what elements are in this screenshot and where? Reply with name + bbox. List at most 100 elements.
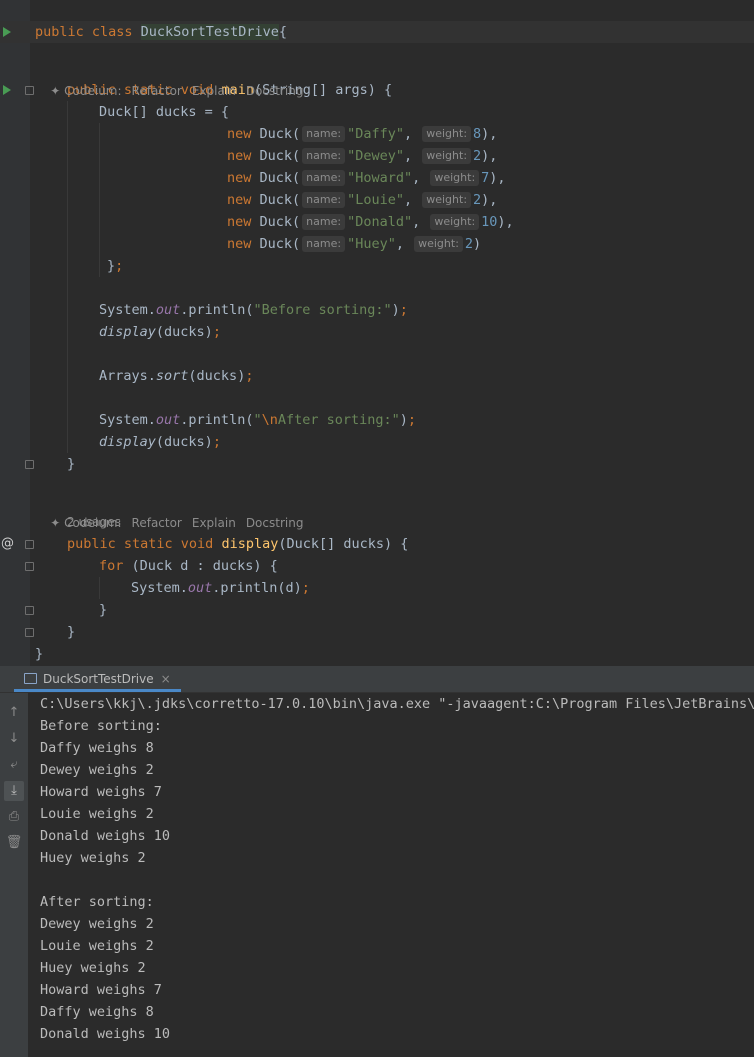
- code-line[interactable]: }: [0, 453, 754, 475]
- code-token: (ducks): [155, 324, 213, 340]
- code-token: ;: [115, 258, 124, 274]
- code-line[interactable]: }: [0, 621, 754, 643]
- code-text: }: [67, 453, 75, 475]
- code-line[interactable]: };: [0, 255, 754, 277]
- code-token: out: [155, 302, 181, 318]
- codeium-lens-main[interactable]: ✦ Codeium: Refactor Explain Docstring: [35, 61, 303, 98]
- console-output[interactable]: C:\Users\kkj\.jdks\corretto-17.0.10\bin\…: [40, 693, 754, 1057]
- fold-icon[interactable]: [25, 562, 34, 571]
- code-line[interactable]: new Duck(name: "Daffy", weight: 8),: [0, 123, 754, 145]
- codeium-docstring-link[interactable]: Docstring: [246, 516, 304, 530]
- code-token: ": [253, 412, 262, 428]
- code-token: After sorting:": [277, 412, 400, 428]
- code-line[interactable]: Arrays.sort(ducks);: [0, 365, 754, 387]
- scroll-down-icon[interactable]: ↓: [4, 729, 24, 749]
- code-token: DuckSortTestDrive: [140, 24, 279, 40]
- codeium-explain-link[interactable]: Explain: [192, 516, 236, 530]
- code-text: new Duck(name: "Howard", weight: 7),: [227, 167, 506, 189]
- fold-icon[interactable]: [25, 86, 34, 95]
- console-line: After sorting:: [40, 894, 154, 910]
- codeium-explain-link[interactable]: Explain: [192, 84, 236, 98]
- code-token: (ducks): [155, 434, 213, 450]
- code-line[interactable]: System.out.println("Before sorting:");: [0, 299, 754, 321]
- fold-icon[interactable]: [25, 606, 34, 615]
- code-text: for (Duck d : ducks) {: [99, 555, 278, 577]
- code-text: Duck[] ducks = {: [99, 101, 229, 123]
- run-icon[interactable]: [3, 27, 11, 37]
- code-token: ;: [399, 302, 408, 318]
- console-line: Louie weighs 2: [40, 806, 154, 822]
- code-text: public class DuckSortTestDrive{: [35, 21, 287, 43]
- print-icon[interactable]: ⎙: [4, 807, 24, 827]
- code-token: display: [221, 536, 279, 552]
- code-line[interactable]: System.out.println(d);: [0, 577, 754, 599]
- code-token: ;: [407, 412, 417, 428]
- code-text: System.out.println(d);: [131, 577, 310, 599]
- code-line[interactable]: new Duck(name: "Louie", weight: 2),: [0, 189, 754, 211]
- code-token: .println(d): [212, 580, 302, 596]
- run-icon[interactable]: [3, 85, 11, 95]
- codeium-refactor-link[interactable]: Refactor: [132, 84, 182, 98]
- console-line: Donald weighs 10: [40, 1026, 171, 1042]
- code-token: ,: [412, 214, 429, 230]
- soft-wrap-icon[interactable]: ⤶: [4, 755, 24, 775]
- code-text: new Duck(name: "Donald", weight: 10),: [227, 211, 514, 233]
- close-icon[interactable]: ×: [161, 672, 171, 686]
- code-token: public static void: [67, 536, 222, 552]
- code-token: Duck[] ducks = {: [99, 104, 230, 120]
- code-token: public class: [35, 24, 141, 40]
- code-token: ): [391, 302, 400, 318]
- console-line: Louie weighs 2: [40, 938, 154, 954]
- parameter-hint: weight:: [422, 126, 472, 142]
- code-line[interactable]: new Duck(name: "Dewey", weight: 2),: [0, 145, 754, 167]
- implements-icon[interactable]: @: [1, 536, 14, 552]
- code-token: }: [107, 258, 116, 274]
- code-token: display: [99, 434, 156, 450]
- code-line[interactable]: display(ducks);: [0, 431, 754, 453]
- code-line[interactable]: for (Duck d : ducks) {: [0, 555, 754, 577]
- console-line: C:\Users\kkj\.jdks\corretto-17.0.10\bin\…: [40, 696, 754, 712]
- code-token: ): [473, 236, 482, 252]
- code-line[interactable]: public class DuckSortTestDrive{: [0, 21, 754, 43]
- code-token: (Duck d : ducks) {: [131, 558, 278, 574]
- console-line: Donald weighs 10: [40, 828, 171, 844]
- code-token: new: [227, 214, 260, 230]
- code-editor[interactable]: public class DuckSortTestDrive{ public st…: [0, 0, 754, 666]
- code-line[interactable]: new Duck(name: "Howard", weight: 7),: [0, 167, 754, 189]
- code-line[interactable]: }: [0, 643, 754, 665]
- code-line[interactable]: }: [0, 599, 754, 621]
- code-token: "Donald": [347, 214, 413, 230]
- tab-ducksorttestdrive[interactable]: DuckSortTestDrive ×: [14, 666, 181, 692]
- scroll-up-icon[interactable]: ↑: [4, 703, 24, 723]
- parameter-hint: name:: [302, 192, 346, 208]
- code-token: ,: [403, 192, 421, 208]
- code-token: sort: [155, 368, 189, 384]
- code-text: new Duck(name: "Huey", weight: 2): [227, 233, 481, 255]
- code-line[interactable]: Duck[] ducks = {: [0, 101, 754, 123]
- scroll-to-end-icon[interactable]: ⤓: [4, 781, 24, 801]
- code-line[interactable]: display(ducks);: [0, 321, 754, 343]
- code-token: ,: [403, 126, 421, 142]
- code-token: Duck(: [259, 126, 301, 142]
- code-token: }: [67, 456, 76, 472]
- code-text: new Duck(name: "Daffy", weight: 8),: [227, 123, 497, 145]
- codeium-lens-display[interactable]: ✦ Codeium: Refactor Explain Docstring: [35, 493, 303, 530]
- console-line: Daffy weighs 8: [40, 1004, 154, 1020]
- fold-icon[interactable]: [25, 628, 34, 637]
- clear-all-icon[interactable]: 🗑: [4, 833, 24, 853]
- code-token: ),: [481, 148, 498, 164]
- code-token: new: [227, 192, 260, 208]
- code-token: 2: [473, 192, 482, 208]
- fold-icon[interactable]: [25, 540, 34, 549]
- code-line[interactable]: new Duck(name: "Donald", weight: 10),: [0, 211, 754, 233]
- codeium-refactor-link[interactable]: Refactor: [132, 516, 182, 530]
- fold-icon[interactable]: [25, 460, 34, 469]
- code-line[interactable]: new Duck(name: "Huey", weight: 2): [0, 233, 754, 255]
- code-line[interactable]: System.out.println("\nAfter sorting:");: [0, 409, 754, 431]
- code-line[interactable]: public static void display(Duck[] ducks)…: [0, 533, 754, 555]
- parameter-hint: name:: [302, 170, 346, 186]
- code-token: Duck(: [259, 170, 301, 186]
- codeium-docstring-link[interactable]: Docstring: [246, 84, 304, 98]
- usages-hint[interactable]: 2 usages: [67, 512, 121, 532]
- console-line: Howard weighs 7: [40, 982, 162, 998]
